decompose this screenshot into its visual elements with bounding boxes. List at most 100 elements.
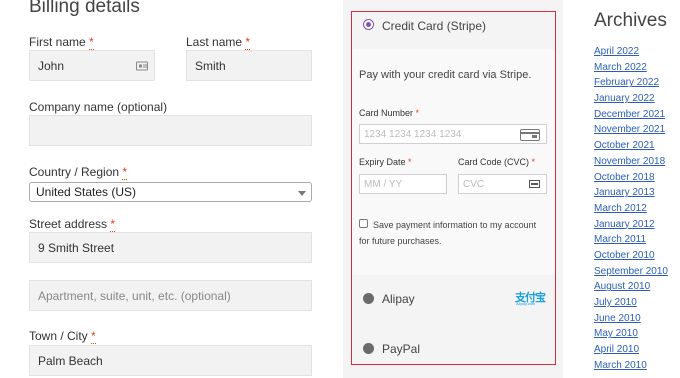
archive-link[interactable]: April 2010 [594, 344, 639, 355]
street-line2-field[interactable]: Apartment, suite, unit, etc. (optional) [29, 280, 312, 311]
archive-link[interactable]: May 2010 [594, 328, 638, 339]
archive-item: November 2021 [594, 122, 668, 138]
expiry-input[interactable]: MM / YY [359, 174, 447, 194]
street-line2-placeholder: Apartment, suite, unit, etc. (optional) [38, 288, 231, 303]
last-name-field[interactable]: Smith [186, 50, 312, 81]
required-mark: * [415, 108, 420, 118]
archive-item: July 2010 [594, 295, 668, 311]
alipay-logo-subtext: Alipay.com [516, 301, 536, 306]
archive-link[interactable]: July 2010 [594, 297, 637, 308]
archive-link[interactable]: November 2021 [594, 124, 665, 135]
archive-item: October 2018 [594, 170, 668, 186]
last-name-label: Last name * [186, 35, 251, 50]
archive-item: November 2018 [594, 154, 668, 170]
credit-card-icon [520, 129, 540, 141]
archive-link[interactable]: March 2011 [594, 234, 646, 245]
expiry-placeholder: MM / YY [364, 178, 403, 190]
country-select[interactable]: United States (US) [29, 182, 312, 202]
archive-link[interactable]: June 2010 [594, 313, 641, 324]
required-mark: * [531, 157, 536, 167]
archive-link[interactable]: November 2018 [594, 156, 665, 167]
required-mark: * [122, 165, 128, 180]
city-field[interactable]: Palm Beach [29, 345, 312, 376]
archive-item: January 2013 [594, 185, 668, 201]
cvc-label: Card Code (CVC) * [458, 157, 535, 167]
archive-link[interactable]: April 2022 [594, 46, 639, 57]
archive-item: December 2021 [594, 107, 668, 123]
archive-link[interactable]: October 2021 [594, 140, 655, 151]
archives-title: Archives [594, 10, 667, 31]
archive-link[interactable]: October 2010 [594, 250, 655, 261]
archive-link[interactable]: September 2010 [594, 266, 668, 277]
expiry-label-text: Expiry Date [359, 157, 406, 167]
archive-link[interactable]: March 2022 [594, 62, 647, 73]
card-number-placeholder: 1234 1234 1234 1234 [364, 128, 462, 140]
required-mark: * [408, 157, 412, 167]
first-name-label: First name * [29, 35, 94, 50]
archive-item: April 2010 [594, 342, 668, 358]
alipay-method-label[interactable]: Alipay [382, 292, 415, 306]
stripe-method-label[interactable]: Credit Card (Stripe) [382, 19, 486, 33]
stripe-radio[interactable] [363, 19, 374, 30]
archive-item: March 2010 [594, 358, 668, 374]
archive-item: January 2012 [594, 217, 668, 233]
archive-item: September 2010 [594, 264, 668, 280]
archive-link[interactable]: August 2010 [594, 281, 650, 292]
cvc-label-text: Card Code (CVC) [458, 157, 530, 167]
city-value: Palm Beach [38, 353, 103, 368]
cvc-input[interactable]: CVC [458, 174, 547, 194]
archive-link[interactable]: January 2022 [594, 93, 655, 104]
archive-link[interactable]: January 2012 [594, 219, 655, 230]
archives-list: April 2022 March 2022 February 2022 January… [594, 44, 668, 373]
archive-link[interactable]: March 2010 [594, 360, 647, 371]
archive-item: August 2010 [594, 279, 668, 295]
last-name-label-text: Last name [186, 35, 243, 49]
first-name-value: John [38, 58, 65, 73]
paypal-radio[interactable] [363, 343, 374, 354]
required-mark: * [110, 217, 116, 232]
alipay-logo: 支付宝 Alipay.com [515, 290, 547, 306]
archive-item: March 2022 [594, 60, 668, 76]
company-label: Company name (optional) [29, 100, 168, 114]
save-payment-label[interactable]: Save payment information to my account f… [359, 217, 549, 249]
archive-link[interactable]: January 2013 [594, 187, 655, 198]
archive-item: March 2011 [594, 232, 668, 248]
archive-link[interactable]: February 2022 [594, 77, 659, 88]
street-field[interactable]: 9 Smith Street [29, 232, 312, 263]
country-value: United States (US) [36, 185, 137, 199]
street-label-text: Street address [29, 217, 108, 231]
alipay-radio[interactable] [363, 293, 374, 304]
archive-item: October 2010 [594, 248, 668, 264]
card-number-label: Card Number * [359, 108, 419, 118]
chevron-down-icon [298, 191, 306, 196]
first-name-label-text: First name [29, 35, 86, 49]
card-number-label-text: Card Number [359, 108, 414, 118]
street-value: 9 Smith Street [38, 240, 115, 255]
archive-link[interactable]: March 2012 [594, 203, 647, 214]
cvc-card-icon [529, 180, 540, 188]
archive-item: February 2022 [594, 75, 668, 91]
required-mark: * [91, 329, 96, 344]
paypal-method-label[interactable]: PayPal [382, 342, 420, 356]
stripe-description: Pay with your credit card via Stripe. [359, 69, 532, 81]
archive-item: June 2010 [594, 311, 668, 327]
card-number-input[interactable]: 1234 1234 1234 1234 [359, 124, 547, 144]
company-field[interactable] [29, 115, 312, 146]
archive-item: May 2010 [594, 326, 668, 342]
archive-item: March 2012 [594, 201, 668, 217]
street-label: Street address * [29, 217, 116, 232]
archive-item: January 2022 [594, 91, 668, 107]
archive-item: October 2021 [594, 138, 668, 154]
archive-link[interactable]: October 2018 [594, 172, 655, 183]
city-label: Town / City * [29, 329, 96, 344]
first-name-field[interactable]: John [29, 50, 155, 81]
city-label-text: Town / City [29, 329, 88, 343]
archive-item: April 2022 [594, 44, 668, 60]
last-name-value: Smith [195, 58, 226, 73]
contact-card-icon[interactable] [136, 61, 148, 70]
billing-title: Billing details [29, 0, 140, 17]
country-label-text: Country / Region [29, 165, 120, 179]
country-label: Country / Region * [29, 165, 128, 180]
required-mark: * [89, 35, 94, 50]
archive-link[interactable]: December 2021 [594, 109, 665, 120]
